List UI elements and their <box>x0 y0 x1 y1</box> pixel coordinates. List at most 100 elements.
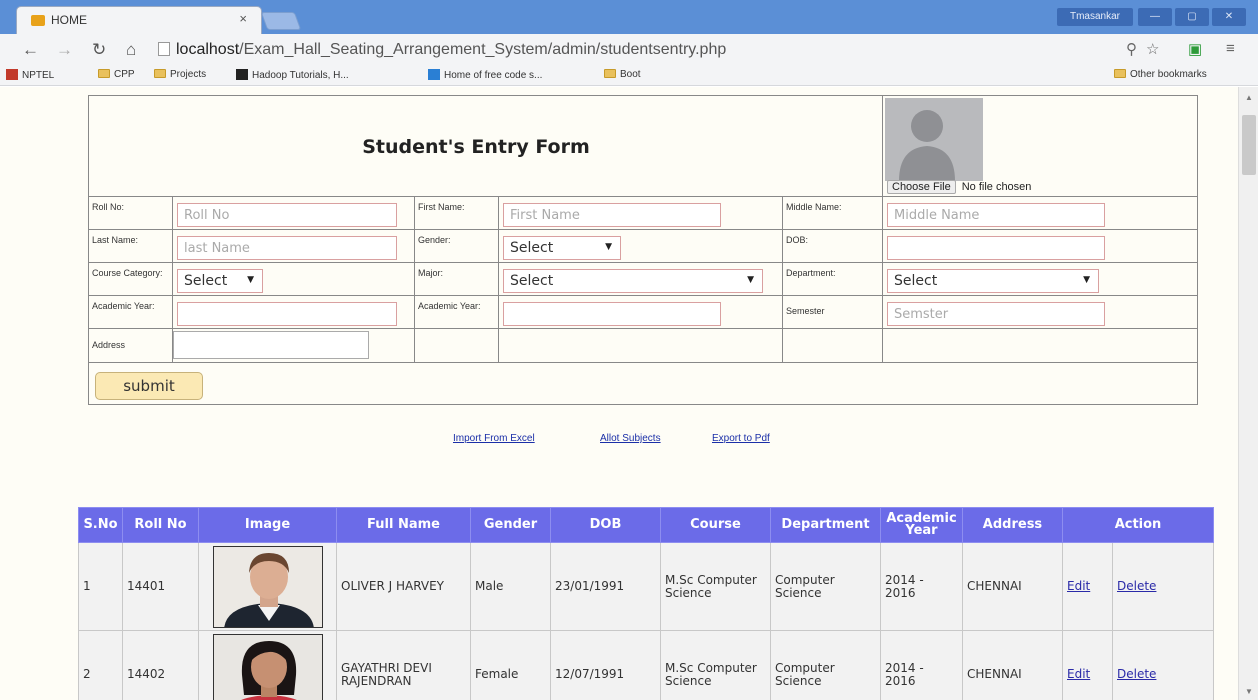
form-row: Last Name: last Name Gender: Select ▼ DOB… <box>89 230 1197 263</box>
header-sno: S.No <box>78 507 123 543</box>
photo-upload-cell: Choose File No file chosen <box>883 96 1197 197</box>
scroll-up-icon[interactable]: ▲ <box>1245 93 1253 102</box>
bookmark-boot[interactable]: Boot <box>604 69 641 80</box>
academic-year-end-input[interactable] <box>503 302 721 326</box>
cell-roll: 14401 <box>122 542 199 631</box>
bookmark-projects[interactable]: Projects <box>154 69 206 80</box>
submit-button[interactable]: submit <box>95 372 203 400</box>
header-address: Address <box>962 507 1063 543</box>
course-category-select[interactable]: Select ▼ <box>177 269 263 293</box>
middle-name-input[interactable]: Middle Name <box>887 203 1105 227</box>
last-name-input[interactable]: last Name <box>177 236 397 260</box>
cell-image <box>198 630 337 700</box>
cell-course: M.Sc Computer Science <box>660 542 771 631</box>
address-bar[interactable]: localhost/Exam_Hall_Seating_Arrangement_… <box>158 38 1168 62</box>
form-row: Address <box>89 329 1197 363</box>
delete-link[interactable]: Delete <box>1117 579 1156 593</box>
import-excel-link[interactable]: Import From Excel <box>453 433 535 444</box>
zoom-icon[interactable]: ⚲ <box>1126 40 1137 58</box>
header-department: Department <box>770 507 881 543</box>
last-name-label: Last Name: <box>92 235 139 245</box>
student-photo <box>212 633 323 700</box>
chevron-down-icon: ▼ <box>605 242 612 252</box>
export-pdf-link[interactable]: Export to Pdf <box>712 433 770 444</box>
avatar-placeholder-icon <box>885 98 983 181</box>
academic-year-start-input[interactable] <box>177 302 397 326</box>
header-name: Full Name <box>336 507 471 543</box>
menu-icon[interactable]: ≡ <box>1226 40 1235 57</box>
back-icon[interactable]: ← <box>22 40 39 60</box>
first-name-input[interactable]: First Name <box>503 203 721 227</box>
scroll-thumb[interactable] <box>1242 115 1256 175</box>
cell-roll: 14402 <box>122 630 199 700</box>
header-academic-year: Academic Year <box>880 507 963 543</box>
choose-file-button[interactable]: Choose File <box>887 180 956 194</box>
header-gender: Gender <box>470 507 551 543</box>
edit-link[interactable]: Edit <box>1067 579 1090 593</box>
semester-label: Semester <box>786 306 825 316</box>
department-label: Department: <box>786 268 836 278</box>
cell-name: OLIVER J HARVEY <box>336 542 471 631</box>
freecode-icon <box>428 69 440 80</box>
cell-academic-year: 2014 - 2016 <box>880 542 963 631</box>
table-header-row: S.No Roll No Image Full Name Gender DOB … <box>78 507 1214 543</box>
profile-button[interactable]: Tmasankar <box>1057 8 1133 26</box>
close-tab-icon[interactable]: × <box>239 11 247 26</box>
department-select[interactable]: Select ▼ <box>887 269 1099 293</box>
table-row: 2 14402 GAYATHRI DEVI RAJENDRAN Female 1… <box>78 630 1214 700</box>
dob-input[interactable] <box>887 236 1105 260</box>
scroll-down-icon[interactable]: ▼ <box>1245 687 1253 696</box>
browser-tab[interactable]: HOME × <box>16 6 262 34</box>
maximize-icon[interactable]: ▢ <box>1175 8 1209 26</box>
gender-select[interactable]: Select ▼ <box>503 236 621 260</box>
cell-department: Computer Science <box>770 630 881 700</box>
chevron-down-icon: ▼ <box>747 275 754 285</box>
form-header: Student's Entry Form <box>89 96 883 197</box>
major-select[interactable]: Select ▼ <box>503 269 763 293</box>
bookmark-nptel[interactable]: NPTEL <box>6 69 54 81</box>
semester-input[interactable]: Semster <box>887 302 1105 326</box>
cell-academic-year: 2014 - 2016 <box>880 630 963 700</box>
header-course: Course <box>660 507 771 543</box>
edit-link[interactable]: Edit <box>1067 667 1090 681</box>
star-icon[interactable]: ☆ <box>1146 40 1159 58</box>
bookmark-label: Home of free code s... <box>444 70 543 81</box>
home-favicon-icon <box>31 15 45 26</box>
header-dob: DOB <box>550 507 661 543</box>
other-bookmarks[interactable]: Other bookmarks <box>1114 69 1207 80</box>
folder-icon <box>98 69 110 78</box>
roll-no-input[interactable]: Roll No <box>177 203 397 227</box>
reload-icon[interactable]: ↻ <box>92 40 106 60</box>
form-row: Course Category: Select ▼ Major: Select ▼ … <box>89 263 1197 296</box>
extension-icon[interactable]: ▣ <box>1188 40 1202 58</box>
file-status: No file chosen <box>961 181 1032 193</box>
middle-name-label: Middle Name: <box>786 202 842 212</box>
cell-name: GAYATHRI DEVI RAJENDRAN <box>336 630 471 700</box>
cell-address: CHENNAI <box>962 542 1063 631</box>
tab-title: HOME <box>51 13 87 27</box>
students-table: S.No Roll No Image Full Name Gender DOB … <box>78 507 1214 700</box>
cell-department: Computer Science <box>770 542 881 631</box>
bookmark-freecode[interactable]: Home of free code s... <box>428 69 542 81</box>
allot-subjects-link[interactable]: Allot Subjects <box>600 433 661 444</box>
home-icon[interactable]: ⌂ <box>126 40 136 60</box>
academic-year-label: Academic Year: <box>92 301 155 311</box>
forward-icon[interactable]: → <box>56 40 73 60</box>
gender-label: Gender: <box>418 235 451 245</box>
bookmark-label: Hadoop Tutorials, H... <box>252 70 349 81</box>
dob-label: DOB: <box>786 235 809 245</box>
file-input[interactable]: Choose File No file chosen <box>887 180 1031 194</box>
table-row: 1 14401 OLIVER J HARVEY Male 23/01/1991 … <box>78 542 1214 631</box>
delete-link[interactable]: Delete <box>1117 667 1156 681</box>
browser-titlebar: HOME × Tmasankar — ▢ ✕ <box>0 0 1258 34</box>
bookmark-hadoop[interactable]: Hadoop Tutorials, H... <box>236 69 349 81</box>
new-tab-button[interactable] <box>260 12 302 30</box>
minimize-icon[interactable]: — <box>1138 8 1172 26</box>
close-window-icon[interactable]: ✕ <box>1212 8 1246 26</box>
student-photo <box>212 545 323 628</box>
major-select-value: Select <box>510 273 554 289</box>
page-icon <box>158 42 170 56</box>
page-scrollbar[interactable]: ▲ ▼ <box>1238 87 1258 700</box>
bookmark-cpp[interactable]: CPP <box>98 69 135 80</box>
header-image: Image <box>198 507 337 543</box>
